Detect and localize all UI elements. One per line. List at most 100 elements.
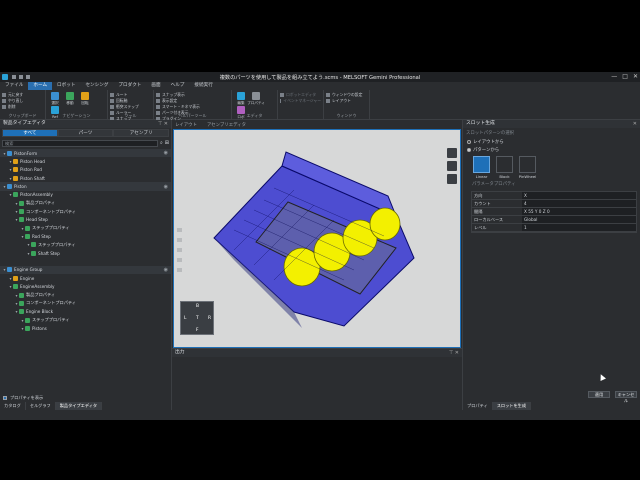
visibility-eye-icon[interactable]: ◉ [164, 184, 168, 190]
nav-left[interactable]: L [184, 316, 186, 321]
nav-back[interactable]: B [196, 304, 199, 309]
node-icon [25, 225, 30, 231]
tree-item[interactable]: ▾ Engine Block [0, 308, 171, 316]
menu-item[interactable]: 接続実行 [189, 82, 217, 90]
tree-item[interactable]: ▾ Piston Head [0, 157, 171, 165]
tree-item[interactable]: ▾ PistonAssembly [0, 191, 171, 199]
menu-item[interactable]: ロボット [52, 82, 80, 90]
tree-item[interactable] [0, 257, 171, 265]
ribbon-row-button[interactable]: 削除 [2, 104, 43, 110]
visibility-eye-icon[interactable]: ◉ [164, 267, 168, 273]
ribbon-button[interactable]: 回転 [78, 92, 92, 106]
visibility-button[interactable] [447, 174, 457, 184]
tab-all[interactable]: すべて [2, 129, 58, 137]
apply-button[interactable]: 適用 [588, 391, 610, 398]
tree-item[interactable]: ▾ 製品プロパティ [0, 291, 171, 299]
ribbon-row-button[interactable]: レイアウト [326, 98, 367, 104]
ribbon-button[interactable]: 編集 [234, 92, 248, 106]
ribbon-button[interactable]: 移動 [63, 92, 77, 106]
visibility-eye-icon[interactable]: ◉ [164, 150, 168, 156]
viewport-tabs: レイアウト アセンブリエディタ [172, 120, 462, 129]
menu-item[interactable]: ヘルプ [166, 82, 190, 90]
engine-block-model[interactable] [174, 130, 461, 348]
pin-icon[interactable]: ⊤ ✕ [158, 120, 168, 128]
close-button[interactable]: ✕ [633, 73, 638, 80]
ribbon-button[interactable]: プロパティ [247, 92, 265, 106]
product-type-editor-panel: 製品タイプエディタ ⊤ ✕ すべて パーツ アセンブリ 検索 ⌕ ⊞ ▾ Pisto… [0, 120, 172, 410]
camera-view-button[interactable] [447, 148, 457, 158]
navigation-cube[interactable]: B L T R F [180, 301, 214, 335]
tree-item[interactable]: ▾ Rod Step [0, 232, 171, 240]
nav-top[interactable]: T [196, 316, 199, 321]
view-tool-4[interactable] [177, 258, 182, 262]
ribbon-group: 選択 移動 回転 Ref ナビゲーション [46, 90, 108, 120]
tree-item[interactable]: ▾ Head Step [0, 216, 171, 224]
3d-viewport[interactable]: B L T R F [173, 129, 461, 348]
expand-icon[interactable]: ⊞ [165, 140, 169, 146]
tree-item[interactable]: ▾ Piston Shaft [0, 174, 171, 182]
minimize-button[interactable]: — [611, 73, 617, 80]
nav-front[interactable]: F [196, 328, 199, 333]
tree-item[interactable]: ▾ ステッププロパティ [0, 316, 171, 324]
tree-item[interactable]: ▾ Engine Group ◉ [0, 265, 171, 275]
pattern-pinwheel[interactable]: PinWheel [519, 156, 536, 179]
tab-catalog[interactable]: カタログ [0, 402, 26, 410]
radio-from-layout[interactable]: レイアウトから [463, 138, 640, 146]
menu-item[interactable]: センシング [80, 82, 113, 90]
radio-icon[interactable] [467, 140, 471, 144]
param-value[interactable]: X [522, 192, 636, 199]
tree-item[interactable]: ▾ Piston Rod [0, 166, 171, 174]
tab-slot-generation[interactable]: スロットを生成 [492, 402, 532, 410]
tab-layout[interactable]: レイアウト [175, 122, 197, 128]
param-value[interactable]: X 55 Y 0 Z 0 [522, 208, 636, 215]
tree-item[interactable]: ▾ コンポーネントプロパティ [0, 299, 171, 307]
tree-item[interactable]: ▾ EngineAssembly [0, 283, 171, 291]
tab-assembly-editor[interactable]: アセンブリエディタ [207, 122, 246, 128]
view-tool-3[interactable] [177, 248, 182, 252]
tab-assembly[interactable]: アセンブリ [113, 129, 170, 137]
tree-item[interactable]: ▾ Piston ◉ [0, 182, 171, 191]
ribbon-row-button[interactable]: イベントマネージャー [280, 98, 321, 104]
ribbon-button[interactable]: 選択 [48, 92, 62, 106]
close-icon[interactable]: ✕ [633, 120, 637, 128]
tree-item[interactable]: ▾ コンポーネントプロパティ [0, 207, 171, 215]
tab-cell-graph[interactable]: セルグラフ [25, 402, 56, 410]
maximize-button[interactable]: □ [622, 73, 628, 80]
radio-from-pattern[interactable]: パターンから [463, 146, 640, 154]
menu-item[interactable]: 画面 [146, 82, 165, 90]
tab-parts[interactable]: パーツ [57, 129, 114, 137]
pin-icon[interactable]: ⊤ ✕ [449, 349, 459, 357]
ribbon-group-label: ナビゲーション [62, 113, 91, 118]
ribbon-group-label: ヘルパーツール [178, 113, 207, 118]
view-tool-1[interactable] [177, 228, 182, 232]
param-value[interactable]: Global [522, 216, 636, 223]
radio-icon[interactable] [467, 148, 471, 152]
tree-item[interactable]: ▾ Engine [0, 274, 171, 282]
tree-item[interactable]: ▾ ステッププロパティ [0, 241, 171, 249]
param-row: レベル 1 [472, 224, 636, 232]
perspective-button[interactable] [447, 161, 457, 171]
search-icon[interactable]: ⌕ [160, 140, 163, 146]
view-tool-5[interactable] [177, 268, 182, 272]
menu-item[interactable]: ホーム [28, 82, 53, 90]
param-value[interactable]: 1 [522, 224, 636, 231]
menu-item[interactable]: ファイル [0, 82, 28, 90]
tree-item[interactable]: ▾ ステッププロパティ [0, 224, 171, 232]
tree-item[interactable]: ▾ 製品プロパティ [0, 199, 171, 207]
cancel-button[interactable]: キャンセル [615, 391, 637, 403]
nav-right[interactable]: R [208, 316, 211, 321]
view-tool-2[interactable] [177, 238, 182, 242]
tree-item[interactable]: ▾ Shaft Step [0, 249, 171, 257]
pattern-linear[interactable]: Linear [473, 156, 490, 179]
param-value[interactable]: 4 [522, 200, 636, 207]
tree-item[interactable]: ▾ PistonForm ◉ [0, 149, 171, 158]
tree-item-label: 製品プロパティ [26, 292, 56, 298]
menu-item[interactable]: プロダクト [113, 82, 146, 90]
tab-product-type-editor[interactable]: 製品タイプエディタ [55, 402, 103, 410]
pattern-block[interactable]: Block [496, 156, 513, 179]
tree-item[interactable]: ▾ Pistons [0, 324, 171, 332]
search-input[interactable]: 検索 [2, 139, 158, 147]
ribbon-group-label: ツール [124, 113, 137, 118]
tab-properties[interactable]: プロパティ [463, 402, 493, 410]
show-properties-checkbox[interactable] [3, 395, 7, 400]
